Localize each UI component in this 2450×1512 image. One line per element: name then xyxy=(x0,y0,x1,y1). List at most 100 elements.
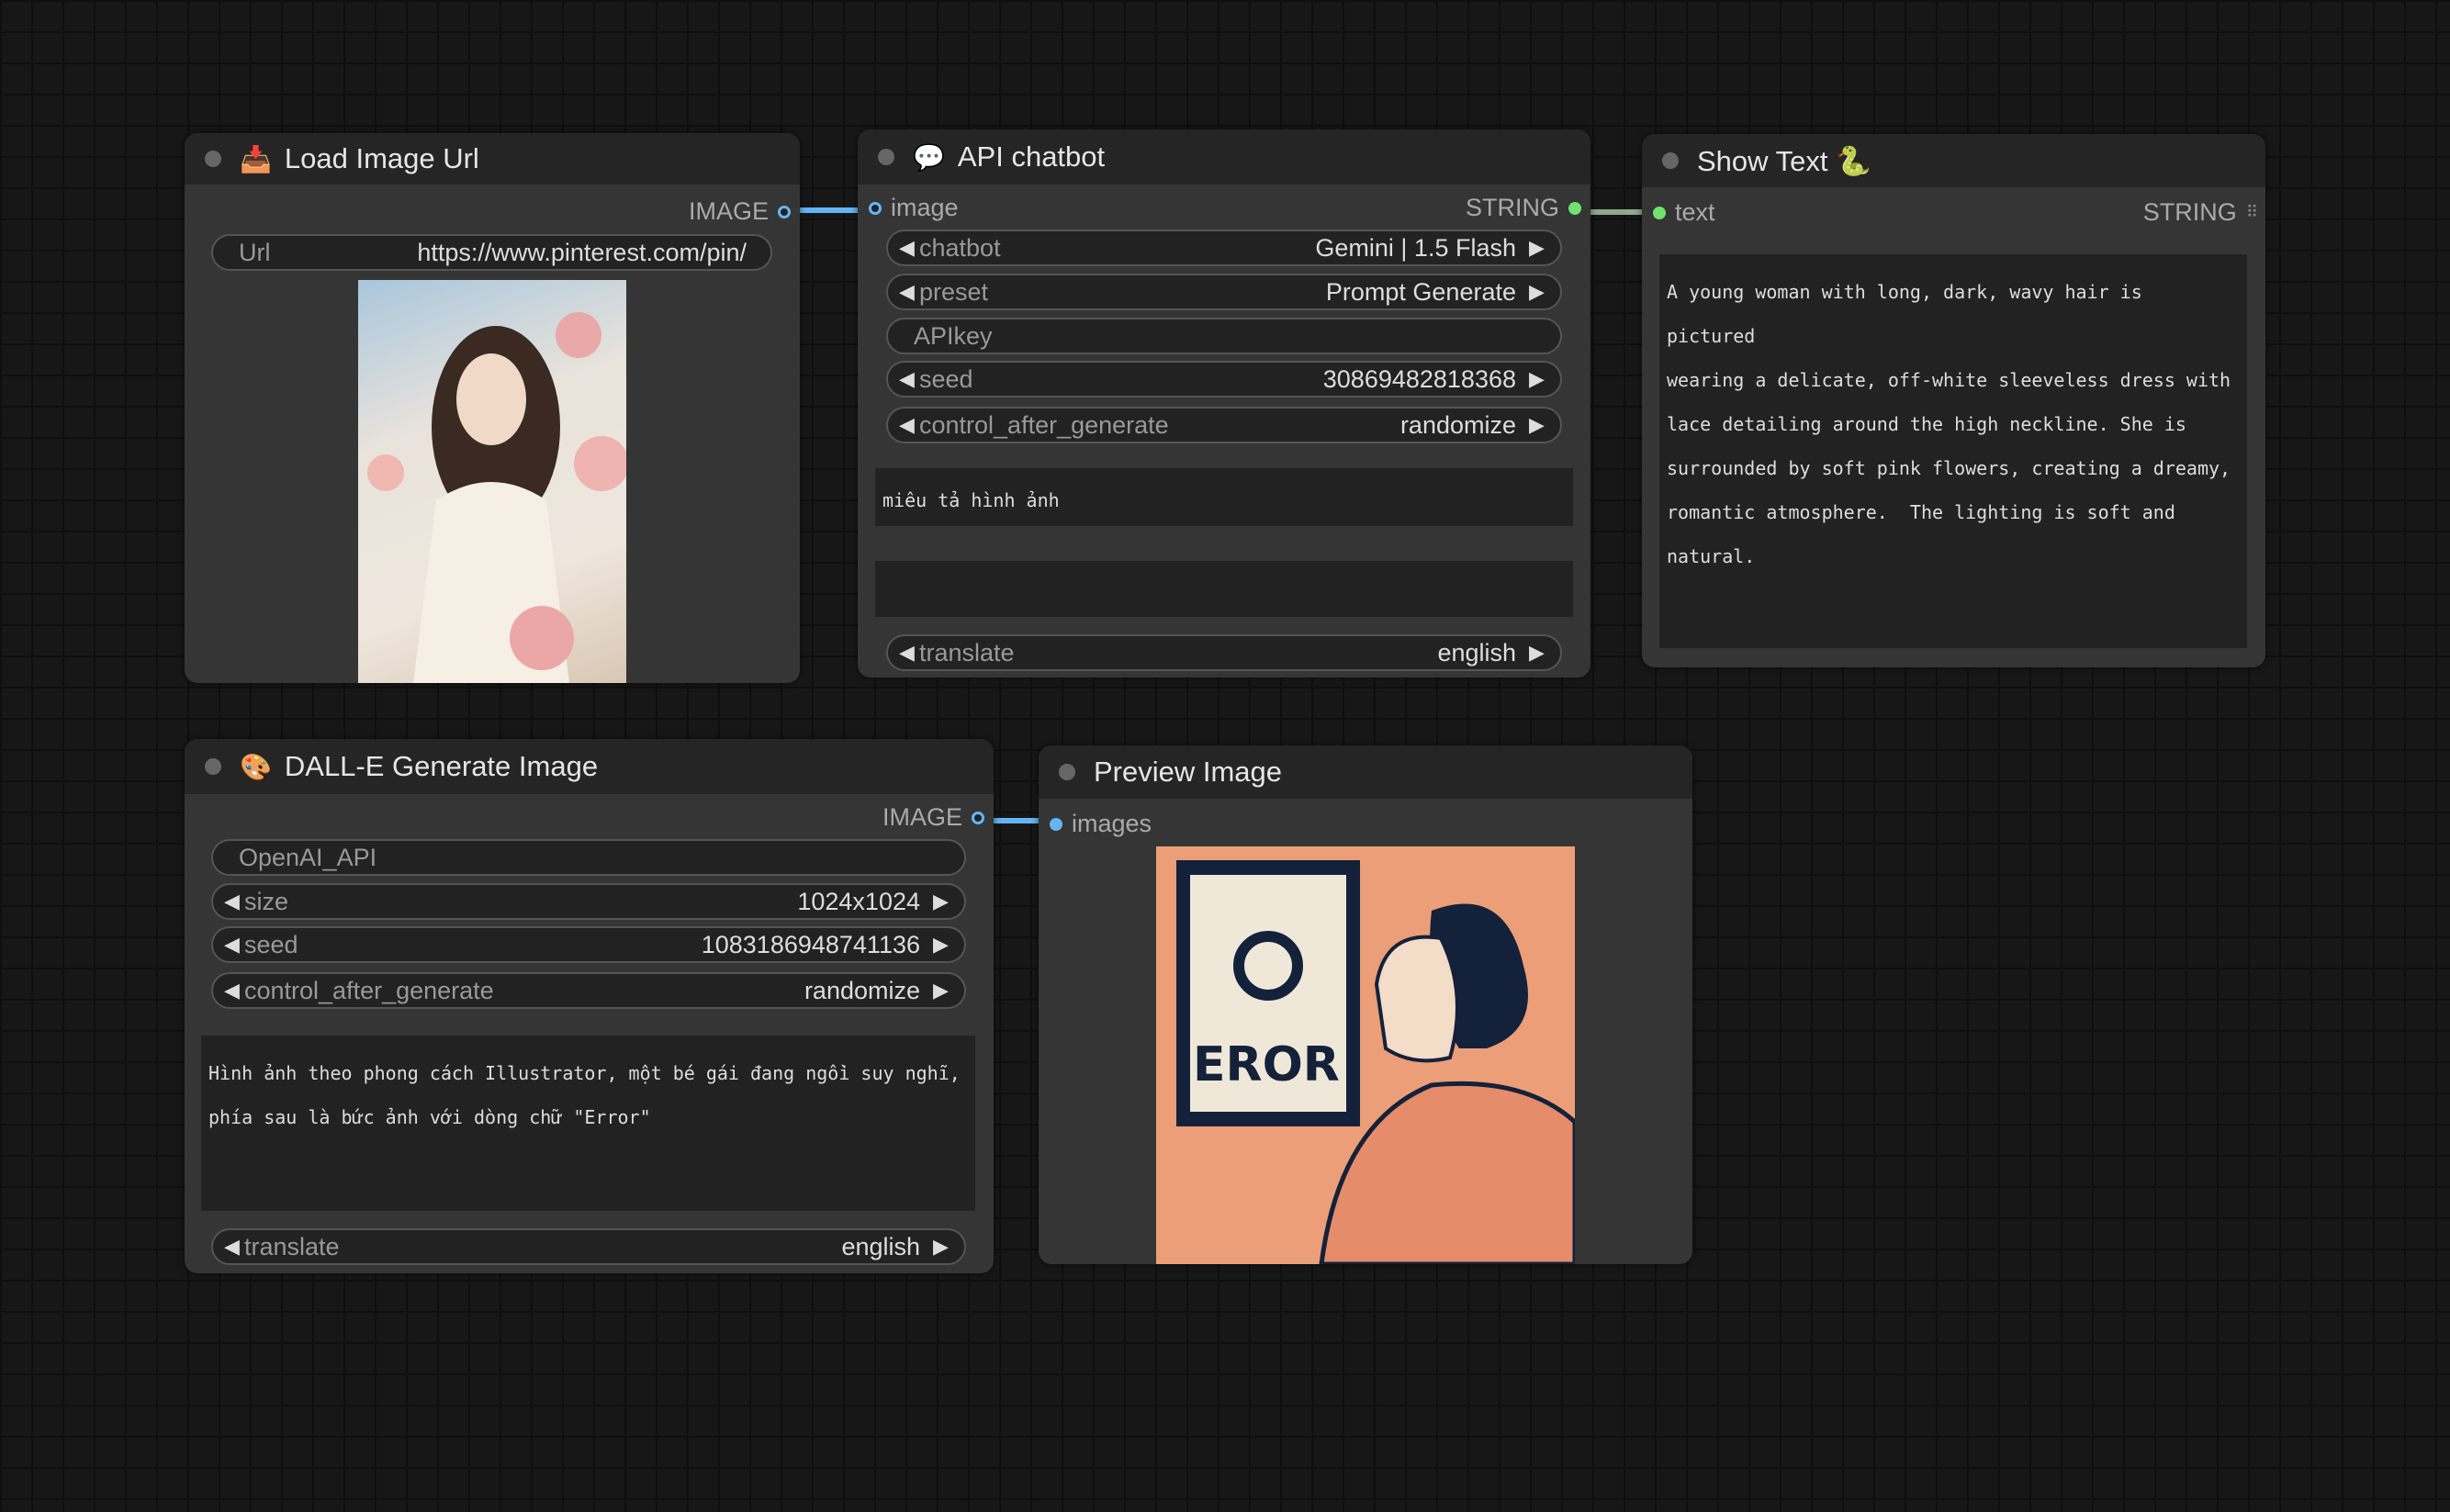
widget-value: english xyxy=(841,1232,920,1260)
widget-value: randomize xyxy=(804,976,920,1004)
input-slot-dot[interactable] xyxy=(1050,817,1062,831)
right-arrow-icon[interactable]: ▶ xyxy=(1529,280,1549,304)
node-title-bar[interactable]: Show Text 🐍 xyxy=(1642,134,2265,187)
preset-select[interactable]: ◀ preset Prompt Generate ▶ xyxy=(886,274,1562,310)
load-image-url-node[interactable]: 📥 Load Image Url IMAGE Url https://www.p… xyxy=(185,133,800,683)
translate-select[interactable]: ◀ translate english ▶ xyxy=(886,634,1562,671)
loaded-image xyxy=(358,280,626,683)
input-image[interactable]: image xyxy=(869,194,959,222)
output-label: IMAGE xyxy=(882,803,962,831)
input-images[interactable]: images xyxy=(1050,810,1152,838)
poster-text: EROR xyxy=(1193,1037,1340,1092)
chatbot-select[interactable]: ◀ chatbot Gemini | 1.5 Flash ▶ xyxy=(886,230,1562,266)
inbox-tray-icon: 📥 xyxy=(240,144,272,174)
translate-select[interactable]: ◀ translate english ▶ xyxy=(211,1228,966,1265)
widget-label: OpenAI_API xyxy=(239,843,377,871)
node-title-bar[interactable]: 📥 Load Image Url xyxy=(185,133,800,185)
seed-input[interactable]: ◀ seed 30869482818368 ▶ xyxy=(886,361,1562,398)
right-arrow-icon[interactable]: ▶ xyxy=(933,1235,953,1259)
dalle-generate-image-node[interactable]: 🎨 DALL-E Generate Image IMAGE OpenAI_API… xyxy=(185,739,994,1273)
url-value: https://www.pinterest.com/pin/ xyxy=(417,238,747,266)
control-after-generate-select[interactable]: ◀ control_after_generate randomize ▶ xyxy=(211,972,966,1009)
output-label: STRING xyxy=(1465,194,1559,221)
collapse-dot[interactable] xyxy=(1662,152,1679,169)
widget-label: seed xyxy=(919,364,973,393)
api-chatbot-node[interactable]: 💬 API chatbot image STRING ◀ chatbot Gemin… xyxy=(858,129,1590,678)
right-arrow-icon[interactable]: ▶ xyxy=(1529,367,1549,391)
openai-api-input[interactable]: OpenAI_API xyxy=(211,839,966,876)
second-textarea[interactable] xyxy=(875,561,1573,617)
output-image[interactable]: IMAGE xyxy=(882,803,984,832)
output-image[interactable]: IMAGE xyxy=(689,197,791,226)
widget-label: control_after_generate xyxy=(919,410,1169,439)
widget-value: 30869482818368 xyxy=(1322,364,1516,393)
left-arrow-icon[interactable]: ◀ xyxy=(224,979,244,1002)
collapse-dot[interactable] xyxy=(205,151,221,167)
widget-label: chatbot xyxy=(919,233,1001,262)
left-arrow-icon[interactable]: ◀ xyxy=(899,280,919,304)
node-title-bar[interactable]: 🎨 DALL-E Generate Image xyxy=(185,739,994,794)
widget-value: 1024x1024 xyxy=(797,887,920,915)
right-arrow-icon[interactable]: ▶ xyxy=(1529,413,1549,437)
apikey-input[interactable]: APIkey xyxy=(886,318,1562,354)
widget-value: Prompt Generate xyxy=(1325,277,1516,306)
right-arrow-icon[interactable]: ▶ xyxy=(933,979,953,1002)
widget-label: size xyxy=(244,887,289,915)
preview-image-node[interactable]: Preview Image images EROR xyxy=(1039,745,1692,1264)
widget-label: seed xyxy=(244,930,298,958)
widget-label: control_after_generate xyxy=(244,976,494,1004)
size-select[interactable]: ◀ size 1024x1024 ▶ xyxy=(211,883,966,920)
prompt-textarea[interactable]: miêu tả hình ảnh xyxy=(875,468,1573,526)
palette-icon: 🎨 xyxy=(240,752,272,781)
node-title-bar[interactable]: Preview Image xyxy=(1039,745,1692,799)
output-string[interactable]: STRING ⠿ xyxy=(2143,198,2258,227)
grid-dots-icon[interactable]: ⠿ xyxy=(2246,203,2258,222)
preview-image: EROR xyxy=(1156,846,1575,1264)
left-arrow-icon[interactable]: ◀ xyxy=(224,1235,244,1259)
output-string[interactable]: STRING xyxy=(1466,194,1581,222)
right-arrow-icon[interactable]: ▶ xyxy=(933,890,953,913)
input-slot-dot[interactable] xyxy=(869,201,882,215)
output-slot-dot[interactable] xyxy=(972,811,984,824)
show-text-node[interactable]: Show Text 🐍 text STRING ⠿ A young woman … xyxy=(1642,134,2265,667)
output-slot-dot[interactable] xyxy=(1568,201,1581,215)
url-input[interactable]: Url https://www.pinterest.com/pin/ xyxy=(211,234,772,271)
output-label: STRING xyxy=(2142,198,2237,226)
input-text[interactable]: text xyxy=(1653,198,1715,227)
collapse-dot[interactable] xyxy=(205,758,221,775)
widget-value: Gemini | 1.5 Flash xyxy=(1315,233,1516,262)
left-arrow-icon[interactable]: ◀ xyxy=(899,413,919,437)
widget-value: randomize xyxy=(1399,410,1516,439)
collapse-dot[interactable] xyxy=(878,149,894,165)
text-display[interactable]: A young woman with long, dark, wavy hair… xyxy=(1659,254,2247,648)
widget-label: APIkey xyxy=(914,321,993,350)
node-title: Preview Image xyxy=(1094,756,1283,788)
url-label: Url xyxy=(239,238,271,266)
input-slot-dot[interactable] xyxy=(1653,206,1666,219)
widget-value: english xyxy=(1437,638,1516,666)
output-label: IMAGE xyxy=(688,197,769,225)
right-arrow-icon[interactable]: ▶ xyxy=(1529,236,1549,260)
input-label: image xyxy=(891,194,959,221)
prompt-textarea[interactable]: Hình ảnh theo phong cách Illustrator, mộ… xyxy=(201,1036,975,1211)
node-title: Load Image Url xyxy=(284,142,479,174)
widget-value: 1083186948741136 xyxy=(701,930,920,958)
widget-label: translate xyxy=(919,638,1015,666)
control-after-generate-select[interactable]: ◀ control_after_generate randomize ▶ xyxy=(886,407,1562,443)
node-title: DALL-E Generate Image xyxy=(284,750,599,782)
seed-input[interactable]: ◀ seed 1083186948741136 ▶ xyxy=(211,926,966,963)
right-arrow-icon[interactable]: ▶ xyxy=(933,933,953,957)
widget-label: preset xyxy=(919,277,989,306)
output-slot-dot[interactable] xyxy=(778,205,791,218)
left-arrow-icon[interactable]: ◀ xyxy=(224,890,244,913)
left-arrow-icon[interactable]: ◀ xyxy=(224,933,244,957)
collapse-dot[interactable] xyxy=(1059,764,1075,780)
right-arrow-icon[interactable]: ▶ xyxy=(1529,641,1549,665)
speech-bubble-icon: 💬 xyxy=(913,142,945,172)
node-title-bar[interactable]: 💬 API chatbot xyxy=(858,129,1590,185)
left-arrow-icon[interactable]: ◀ xyxy=(899,641,919,665)
widget-label: translate xyxy=(244,1232,340,1260)
node-title: API chatbot xyxy=(957,140,1106,173)
left-arrow-icon[interactable]: ◀ xyxy=(899,236,919,260)
left-arrow-icon[interactable]: ◀ xyxy=(899,367,919,391)
